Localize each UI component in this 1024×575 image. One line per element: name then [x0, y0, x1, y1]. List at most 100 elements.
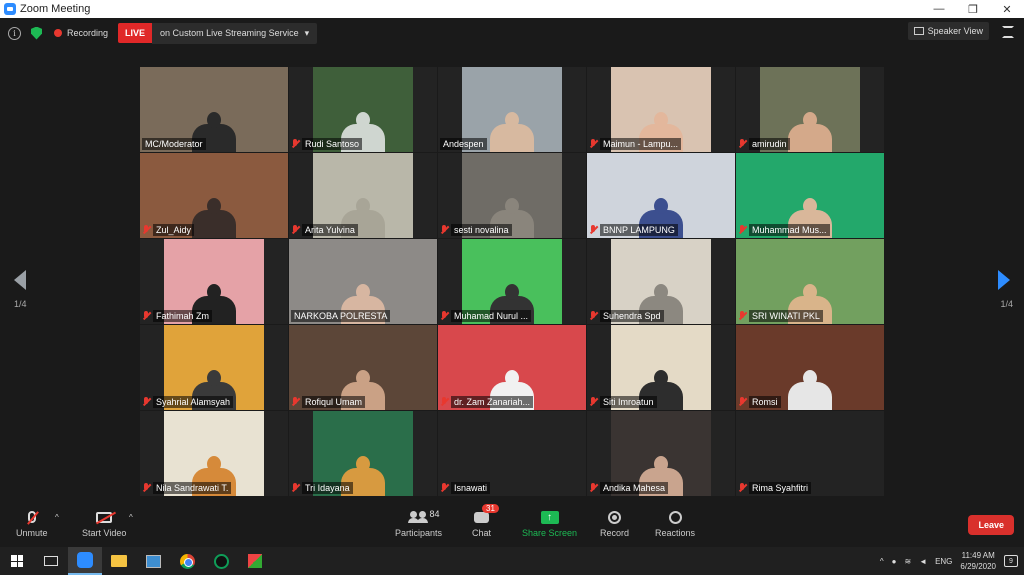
- task-view-button[interactable]: [34, 547, 68, 575]
- reactions-button[interactable]: Reactions: [655, 510, 695, 538]
- volume-icon[interactable]: ◄: [919, 557, 927, 566]
- participant-tile[interactable]: Romsi: [736, 325, 884, 410]
- participant-head: [654, 456, 668, 472]
- wifi-icon[interactable]: ≋: [904, 557, 911, 566]
- chrome-icon: [179, 553, 195, 569]
- participant-tile[interactable]: Muhamad Nurul ...: [438, 239, 586, 324]
- participant-name: Isnawati: [451, 482, 491, 494]
- chat-unread-badge: 31: [482, 504, 499, 513]
- taskbar-file-explorer[interactable]: [102, 547, 136, 575]
- close-button[interactable]: ✕: [990, 0, 1024, 18]
- participant-tile[interactable]: Rima Syahfitri: [736, 411, 884, 496]
- participant-head: [505, 112, 519, 128]
- muted-microphone-icon: [142, 483, 151, 493]
- participant-name-bar: Maimun - Lampu...: [589, 138, 733, 150]
- muted-microphone-icon: [291, 397, 300, 407]
- title-bar: Zoom Meeting — ❐ ✕: [0, 0, 1024, 18]
- participant-tile[interactable]: Andespen: [438, 67, 586, 152]
- chevron-down-icon: ▾: [304, 27, 310, 38]
- start-video-button[interactable]: Start Video: [82, 510, 126, 538]
- clock[interactable]: 11:49 AM 6/29/2020: [960, 550, 996, 572]
- participant-tile[interactable]: amirudin: [736, 67, 884, 152]
- leave-meeting-button[interactable]: Leave: [968, 515, 1014, 535]
- participant-name-bar: SRI WINATI PKL: [738, 310, 882, 322]
- participant-tile[interactable]: Suhendra Spd: [587, 239, 735, 324]
- participant-name: Muhamad Nurul ...: [451, 310, 532, 322]
- participants-button[interactable]: 84 Participants: [395, 509, 442, 538]
- participant-head: [803, 112, 817, 128]
- participant-tile[interactable]: Zul_Aidy: [140, 153, 288, 238]
- taskbar-app-5[interactable]: [204, 547, 238, 575]
- participant-tile[interactable]: Rofiqul Umam: [289, 325, 437, 410]
- participant-tile[interactable]: Rudi Santoso: [289, 67, 437, 152]
- participant-tile[interactable]: MC/Moderator: [140, 67, 288, 152]
- participant-tile[interactable]: Muhammad Mus...: [736, 153, 884, 238]
- security-shield-icon[interactable]: [31, 26, 42, 40]
- fullscreen-icon[interactable]: [1002, 26, 1014, 38]
- participant-tile[interactable]: sesti novalina: [438, 153, 586, 238]
- participant-head: [356, 198, 370, 214]
- taskbar-photos[interactable]: [136, 547, 170, 575]
- participant-head: [207, 112, 221, 128]
- unmute-label: Unmute: [16, 528, 48, 538]
- participant-name: dr. Zam Zanariah...: [451, 396, 534, 408]
- language-indicator[interactable]: ENG: [935, 557, 952, 566]
- participant-tile[interactable]: Arita Yulvina: [289, 153, 437, 238]
- participant-head: [654, 370, 668, 386]
- participant-name: SRI WINATI PKL: [749, 310, 823, 322]
- participant-head: [654, 284, 668, 300]
- muted-microphone-icon: [589, 225, 598, 235]
- recording-indicator[interactable]: Recording: [54, 28, 108, 38]
- participant-tile[interactable]: dr. Zam Zanariah...: [438, 325, 586, 410]
- recording-label: Recording: [67, 28, 109, 38]
- participant-head: [207, 198, 221, 214]
- notification-center-icon[interactable]: 9: [1004, 555, 1018, 567]
- video-options-caret-icon[interactable]: ^: [129, 513, 133, 522]
- record-button[interactable]: Record: [600, 510, 629, 538]
- participant-tile[interactable]: BNNP LAMPUNG: [587, 153, 735, 238]
- participant-name-bar: Muhamad Nurul ...: [440, 310, 584, 322]
- app-circle-icon: [213, 553, 229, 569]
- chat-icon: [474, 511, 489, 523]
- restore-button[interactable]: ❐: [956, 0, 990, 18]
- microphone-icon[interactable]: ●: [892, 557, 897, 566]
- meeting-top-bar: i Recording LIVE on Custom Live Streamin…: [0, 18, 1024, 48]
- show-hidden-icons-icon[interactable]: ^: [880, 557, 884, 566]
- participant-tile[interactable]: Fathimah Zm: [140, 239, 288, 324]
- participant-tile[interactable]: NARKOBA POLRESTA: [289, 239, 437, 324]
- previous-page-arrow-icon[interactable]: [14, 270, 26, 290]
- share-screen-button[interactable]: ↑ Share Screen: [522, 510, 577, 538]
- participant-tile[interactable]: Maimun - Lampu...: [587, 67, 735, 152]
- participant-name: BNNP LAMPUNG: [600, 224, 678, 236]
- chat-button[interactable]: 31 Chat: [472, 504, 499, 538]
- participant-name-bar: Rudi Santoso: [291, 138, 435, 150]
- participant-name: Romsi: [749, 396, 781, 408]
- participant-name-bar: Zul_Aidy: [142, 224, 286, 236]
- info-icon[interactable]: i: [8, 26, 21, 40]
- muted-microphone-icon: [738, 311, 747, 321]
- audio-options-caret-icon[interactable]: ^: [55, 513, 59, 522]
- start-button[interactable]: [0, 547, 34, 575]
- participant-tile[interactable]: Isnawati: [438, 411, 586, 496]
- app-tile-icon: [248, 554, 262, 568]
- live-stream-dropdown[interactable]: on Custom Live Streaming Service ▾: [152, 22, 318, 44]
- participant-name: Muhammad Mus...: [749, 224, 830, 236]
- participant-name: NARKOBA POLRESTA: [291, 310, 391, 322]
- window-title: Zoom Meeting: [20, 3, 91, 15]
- participant-tile[interactable]: SRI WINATI PKL: [736, 239, 884, 324]
- participant-name-bar: NARKOBA POLRESTA: [291, 310, 435, 322]
- taskbar-app-6[interactable]: [238, 547, 272, 575]
- participant-name-bar: Isnawati: [440, 482, 584, 494]
- participant-tile[interactable]: Siti Imroatun: [587, 325, 735, 410]
- minimize-button[interactable]: —: [922, 0, 956, 18]
- speaker-view-button[interactable]: Speaker View: [907, 22, 989, 40]
- participant-tile[interactable]: Syahrial Alamsyah: [140, 325, 288, 410]
- muted-microphone-icon: [291, 483, 300, 493]
- participant-tile[interactable]: Tri Idayana: [289, 411, 437, 496]
- taskbar-zoom-app[interactable]: [68, 547, 102, 575]
- participant-tile[interactable]: Nila Sandrawati T.: [140, 411, 288, 496]
- taskbar-chrome[interactable]: [170, 547, 204, 575]
- unmute-button[interactable]: Unmute: [16, 510, 48, 538]
- next-page-arrow-icon[interactable]: [998, 270, 1010, 290]
- participant-tile[interactable]: Andika Mahesa: [587, 411, 735, 496]
